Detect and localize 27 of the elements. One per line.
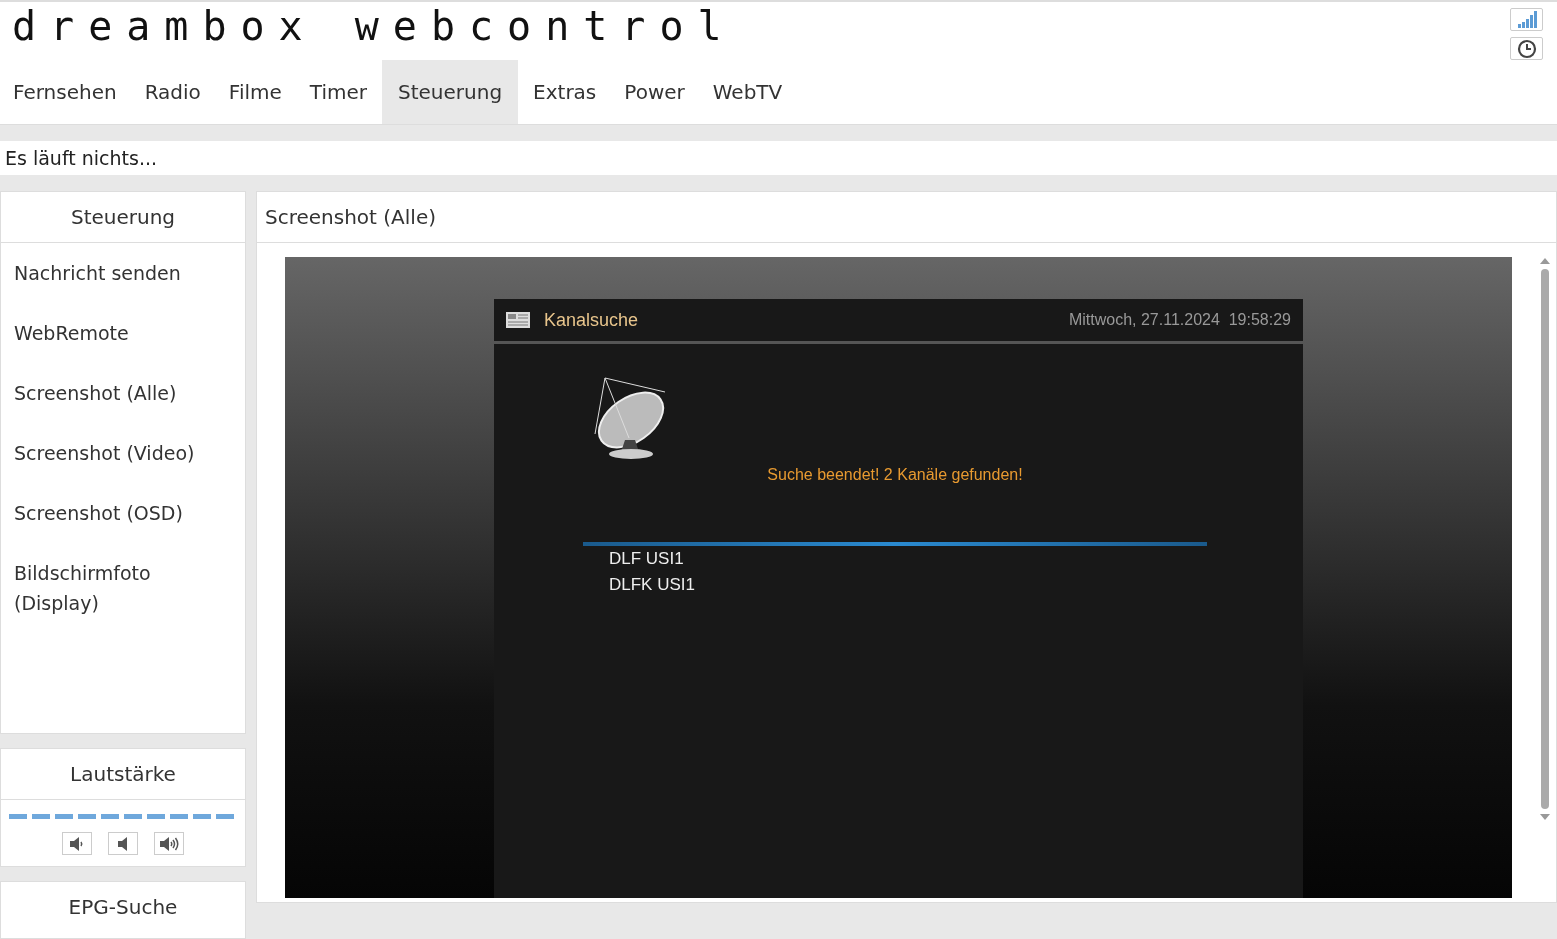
search-result-message: Suche beendet! 2 Kanäle gefunden! [766, 466, 1024, 484]
sidebar-item[interactable]: Bildschirmfoto (Display) [1, 543, 245, 633]
volume-down-icon[interactable] [62, 832, 92, 855]
panel-title: EPG-Suche [67, 894, 179, 921]
logo: dreambox webcontrol [11, 2, 736, 51]
panel-title: Lautstärke [1, 749, 245, 800]
panel-title: Steuerung [1, 192, 245, 243]
sidebar-item[interactable]: Screenshot (OSD) [1, 483, 245, 543]
scroll-up-icon[interactable] [1539, 257, 1551, 265]
mute-icon[interactable] [108, 832, 138, 855]
channel-name: DLF USI1 [608, 548, 685, 570]
date-time-text: Mittwoch, 27.11.2024 19:58:29 [1068, 311, 1291, 329]
panel-title: Screenshot (Alle) [257, 192, 1556, 243]
scroll-down-icon[interactable] [1539, 813, 1551, 821]
clock-icon[interactable] [1510, 37, 1543, 60]
nav-tab[interactable]: Steuerung [382, 60, 519, 124]
channel-name: DLFK USI1 [608, 574, 696, 596]
volume-bar[interactable] [9, 814, 237, 819]
sidebar-item[interactable]: WebRemote [1, 303, 245, 363]
sidebar-item[interactable]: Screenshot (Alle) [1, 363, 245, 423]
newspaper-icon [506, 312, 530, 328]
now-playing-text: Es läuft nichts... [0, 141, 1557, 175]
signal-icon[interactable] [1510, 8, 1543, 31]
volume-up-icon[interactable] [154, 832, 184, 855]
sidebar-item[interactable]: Nachricht senden [1, 243, 245, 303]
sidebar-item[interactable]: Screenshot (Video) [1, 423, 245, 483]
dialog-title: Kanalsuche [544, 309, 639, 331]
